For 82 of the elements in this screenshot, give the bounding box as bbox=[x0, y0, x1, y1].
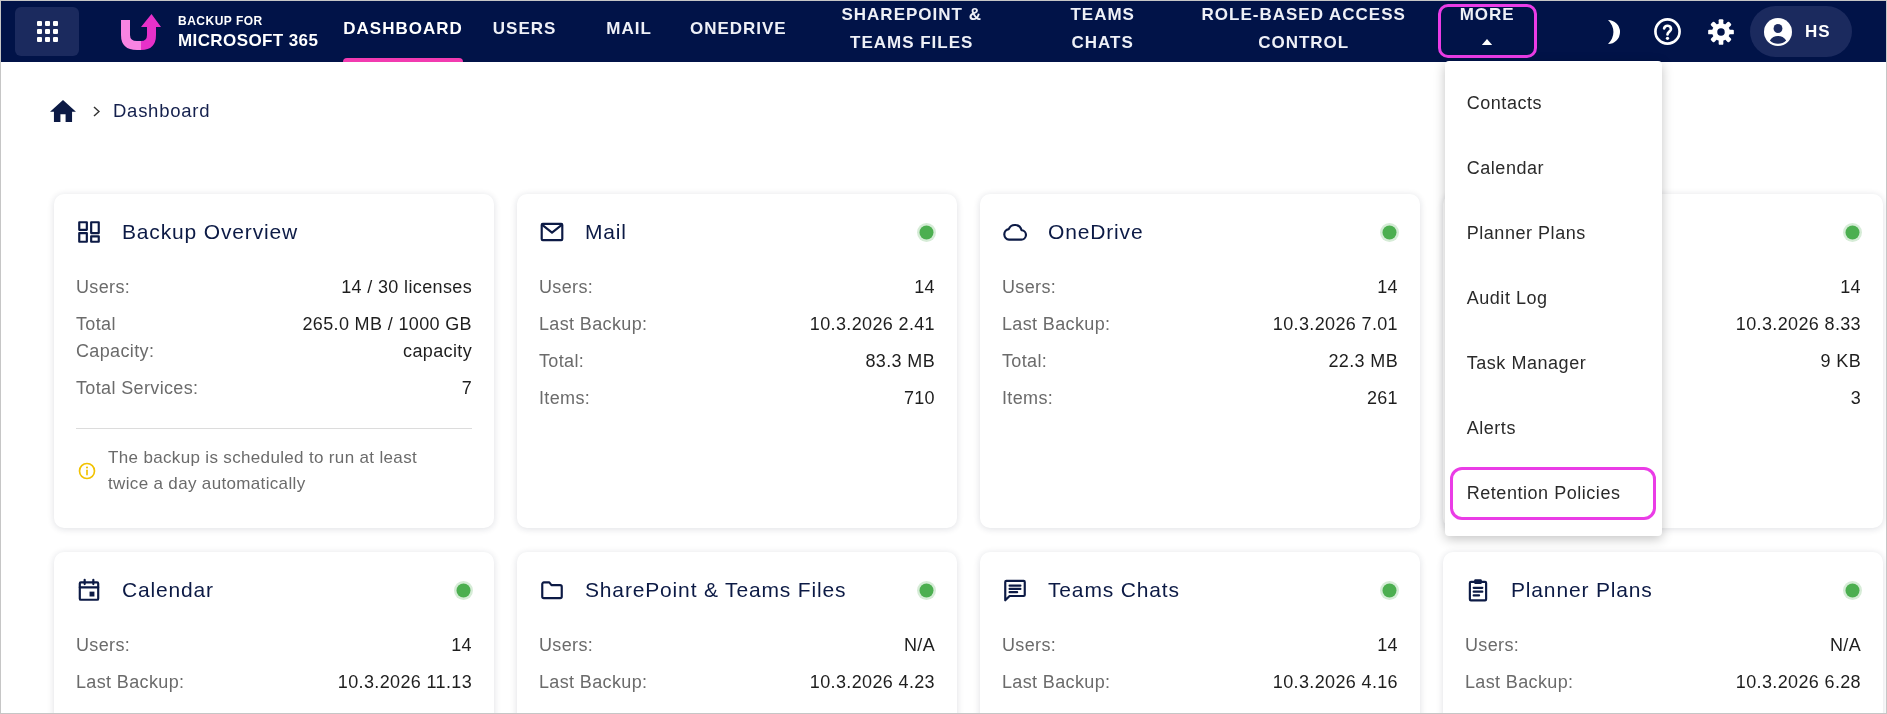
field-value: 22.3 MB bbox=[1328, 350, 1398, 373]
field-label: Users: bbox=[76, 276, 131, 299]
field-value: 14 bbox=[914, 276, 935, 299]
grid-icon bbox=[36, 21, 58, 42]
field-value: 10.3.2026 8.33 bbox=[1735, 313, 1861, 336]
nav-link[interactable]: ONEDRIVE bbox=[689, 1, 787, 62]
card-title: Planner Plans bbox=[1511, 577, 1653, 604]
menu-item[interactable]: Retention Policies bbox=[1444, 461, 1662, 526]
field-value: 265.0 MB / 1000 GB capacity bbox=[301, 313, 472, 363]
dashboard-icon bbox=[76, 219, 102, 245]
field-value: 10.3.2026 11.13 bbox=[337, 671, 472, 694]
field-value: 83.3 MB bbox=[865, 350, 935, 373]
card-title: Backup Overview bbox=[122, 219, 298, 246]
menu-item[interactable]: Planner Plans bbox=[1444, 201, 1662, 266]
field-value: 10.3.2026 4.16 bbox=[1272, 671, 1398, 694]
home-icon[interactable] bbox=[50, 100, 76, 122]
field-label: Total: bbox=[539, 350, 585, 373]
field-value: 14 bbox=[1840, 276, 1861, 299]
field-label: Total Capacity: bbox=[76, 313, 156, 363]
field-value: 9 KB bbox=[1820, 350, 1861, 373]
breadcrumb-current: Dashboard bbox=[113, 99, 211, 124]
field-value: N/A bbox=[1829, 634, 1861, 657]
field-value: 10.3.2026 4.23 bbox=[809, 671, 935, 694]
field-value: 10.3.2026 2.41 bbox=[809, 313, 935, 336]
card-title: Calendar bbox=[122, 577, 214, 604]
field-label: Users: bbox=[76, 634, 131, 657]
field-label: Last Backup: bbox=[1465, 671, 1574, 694]
chevron-right-icon bbox=[93, 105, 100, 117]
nav-link[interactable]: ROLE-BASED ACCESS CONTROL bbox=[1197, 1, 1410, 62]
settings-icon[interactable] bbox=[1707, 17, 1735, 46]
field-value: N/A bbox=[903, 634, 935, 657]
field-label: Users: bbox=[1465, 634, 1520, 657]
field-label: Last Backup: bbox=[539, 313, 648, 336]
field-value: 7 bbox=[461, 377, 472, 400]
field-label: Users: bbox=[1002, 634, 1057, 657]
field-value: 261 bbox=[1366, 387, 1398, 410]
menu-item[interactable]: Alerts bbox=[1444, 396, 1662, 461]
field-label: Users: bbox=[1002, 276, 1057, 299]
nav-link[interactable]: SHAREPOINT & TEAMS FILES bbox=[838, 1, 985, 62]
nav-link[interactable]: DASHBOARD bbox=[343, 1, 463, 62]
field-value: 10.3.2026 7.01 bbox=[1272, 313, 1398, 336]
field-value: 14 bbox=[1377, 276, 1398, 299]
chat-icon bbox=[1002, 577, 1028, 603]
field-value: 14 bbox=[451, 634, 472, 657]
card-title: Teams Chats bbox=[1048, 577, 1180, 604]
logo-text: MICROSOFT 365 bbox=[178, 31, 319, 49]
logo-icon bbox=[119, 12, 161, 51]
field-label: Users: bbox=[539, 634, 594, 657]
field-label: Last Backup: bbox=[76, 671, 185, 694]
avatar-icon bbox=[1764, 17, 1792, 46]
menu-item[interactable]: Contacts bbox=[1444, 71, 1662, 136]
field-value: 3 bbox=[1850, 387, 1861, 410]
help-icon[interactable] bbox=[1653, 17, 1682, 46]
nav-link[interactable]: USERS bbox=[492, 1, 557, 62]
field-label: Items: bbox=[1002, 387, 1054, 410]
field-label: Last Backup: bbox=[1002, 313, 1111, 336]
menu-item[interactable]: Task Manager bbox=[1444, 331, 1662, 396]
card-title: SharePoint & Teams Files bbox=[585, 577, 847, 604]
menu-item[interactable]: Audit Log bbox=[1444, 266, 1662, 331]
card-title: Mail bbox=[585, 219, 627, 246]
field-label: Total Services: bbox=[76, 377, 199, 400]
field-value: 14 bbox=[1377, 634, 1398, 657]
apps-menu-button[interactable] bbox=[15, 7, 79, 56]
calendar-icon bbox=[76, 577, 102, 603]
menu-item[interactable]: Calendar bbox=[1444, 136, 1662, 201]
field-label: Users: bbox=[539, 276, 594, 299]
moon-icon[interactable] bbox=[1605, 18, 1623, 45]
nav-link[interactable]: TEAMS CHATS bbox=[1067, 1, 1138, 62]
field-label: Total: bbox=[1002, 350, 1048, 373]
nav-link[interactable]: MAIL bbox=[606, 1, 652, 62]
nav-menu-button[interactable]: MORE bbox=[1437, 1, 1537, 62]
field-value: 14 / 30 licenses bbox=[341, 276, 472, 299]
field-value: 10.3.2026 6.28 bbox=[1735, 671, 1861, 694]
logo-text: BACKUP FOR bbox=[178, 14, 264, 27]
field-value: 710 bbox=[903, 387, 935, 410]
field-label: Items: bbox=[539, 387, 591, 410]
user-menu-button[interactable]: HS bbox=[1750, 6, 1852, 57]
field-label: Last Backup: bbox=[1002, 671, 1111, 694]
info-icon bbox=[78, 462, 96, 480]
field-label: Last Backup: bbox=[539, 671, 648, 694]
card-title: OneDrive bbox=[1048, 219, 1144, 246]
info-note: The backup is scheduled to run at least twice a day automatically bbox=[108, 447, 419, 495]
